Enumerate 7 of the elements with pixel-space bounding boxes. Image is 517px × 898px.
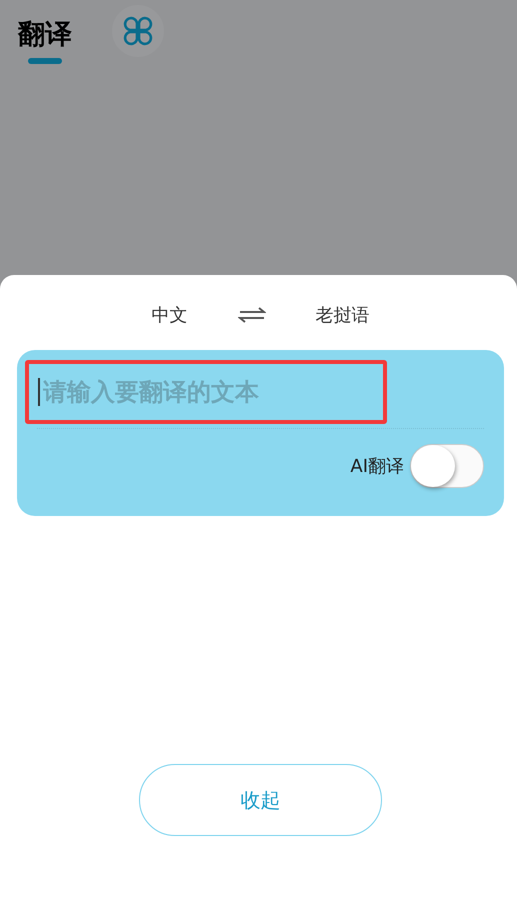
ai-translate-label: AI翻译 [350,455,404,478]
ai-translate-toggle[interactable] [410,444,484,488]
source-language[interactable]: 中文 [152,303,188,327]
translate-tab[interactable]: 翻译 [18,12,72,64]
target-language[interactable]: 老挝语 [316,303,370,327]
swap-icon[interactable] [238,307,266,323]
text-cursor [38,378,40,406]
